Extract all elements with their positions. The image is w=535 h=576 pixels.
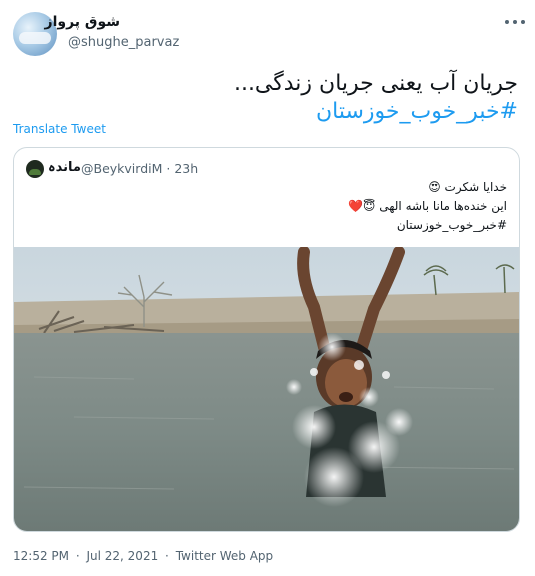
quoted-line-1: خدایا شکرت 😍	[428, 180, 507, 194]
quoted-photo[interactable]	[14, 247, 519, 531]
quoted-avatar	[26, 160, 44, 178]
quoted-handle: @BeykvirdiM	[81, 161, 163, 176]
quoted-hashtag: #خبر_خوب_خوزستان	[396, 218, 507, 232]
footer-sep-2: ·	[165, 549, 169, 563]
tweet-text: جریان آب یعنی جریان زندگی... #خبر_خوب_خو…	[18, 70, 518, 126]
translate-tweet-link[interactable]: Translate Tweet	[13, 122, 106, 136]
tweet-date[interactable]: Jul 22, 2021	[86, 549, 158, 563]
tweet-source[interactable]: Twitter Web App	[176, 549, 273, 563]
author-display-name[interactable]: شوق پرواز	[45, 14, 120, 30]
tweet-body: جریان آب یعنی جریان زندگی...	[233, 71, 518, 96]
quoted-tweet-card[interactable]: ماندہ @BeykvirdiM · 23h خدایا شکرت 😍 این…	[13, 147, 520, 532]
quoted-handle-time: @BeykvirdiM · 23h	[81, 161, 198, 176]
quoted-display-name: ماندہ	[48, 160, 81, 175]
tweet-time[interactable]: 12:52 PM	[13, 549, 69, 563]
tweet-footer: 12:52 PM · Jul 22, 2021 · Twitter Web Ap…	[13, 549, 273, 563]
quoted-time: · 23h	[166, 161, 199, 176]
avatar-cloud	[19, 32, 51, 44]
quoted-text: خدایا شکرت 😍 این خنده‌ها مانا باشه الهی …	[37, 178, 507, 235]
footer-sep-1: ·	[75, 549, 80, 563]
quoted-line-2: این خنده‌ها مانا باشه الهی 😇❤️	[347, 199, 507, 213]
more-horizontal-icon[interactable]	[505, 18, 525, 26]
author-handle[interactable]: @shughe_parvaz	[68, 35, 179, 50]
